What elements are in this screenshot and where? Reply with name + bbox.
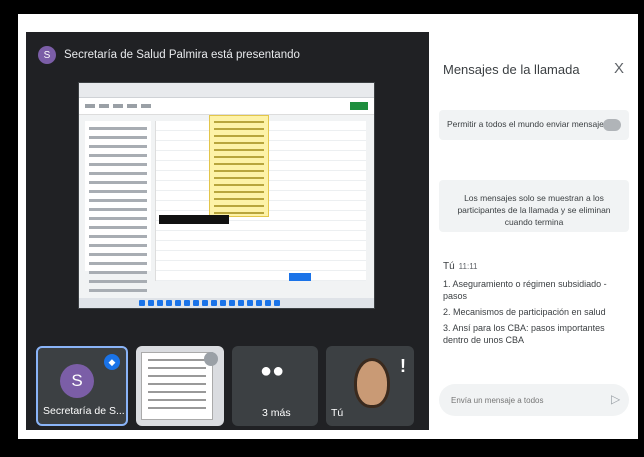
- shared-toolbar: [79, 98, 374, 115]
- presentation-area: S Secretaría de Salud Palmira está prese…: [26, 32, 429, 430]
- shared-blue-button: [289, 273, 311, 281]
- shared-document-pane: [85, 121, 151, 292]
- shared-taskbar: [79, 298, 374, 308]
- shared-redacted-bar: [159, 215, 229, 224]
- more-options-icon[interactable]: [204, 352, 218, 366]
- self-video: [354, 358, 390, 408]
- shared-browser-tabs: [79, 83, 374, 98]
- list-item: 3. Ansí para los CBA: pasos importantes …: [443, 323, 605, 345]
- shared-sticky-note: [209, 115, 269, 217]
- message-input[interactable]: [439, 384, 629, 416]
- participant-tiles: S ◆ Secretaría de S... ●● 3 más ! Tú: [36, 338, 416, 426]
- panel-title: Mensajes de la llamada: [443, 62, 580, 77]
- presenter-label: Secretaría de Salud Palmira está present…: [64, 49, 300, 61]
- participant-name: Tú: [331, 407, 344, 419]
- pin-icon[interactable]: ◆: [104, 354, 120, 370]
- allow-messages-toggle[interactable]: [603, 119, 621, 131]
- chat-info-notice: Los mensajes solo se muestran a los part…: [439, 180, 629, 232]
- screen-thumbnail: [141, 352, 213, 420]
- close-icon[interactable]: X: [614, 60, 624, 77]
- allow-messages-row: Permitir a todos el mundo enviar mensaje…: [439, 110, 629, 140]
- chat-panel: Mensajes de la llamada X Permitir a todo…: [429, 32, 638, 430]
- message-body: 1. Aseguramiento o régimen subsidiado - …: [443, 278, 629, 348]
- allow-messages-label: Permitir a todos el mundo enviar mensaje…: [447, 119, 609, 129]
- participant-tile-others[interactable]: ●● 3 más: [232, 346, 318, 426]
- message-sender: Tú: [443, 261, 455, 272]
- participant-tile-self[interactable]: ! Tú: [326, 346, 414, 426]
- participant-tile-screen[interactable]: [136, 346, 224, 426]
- list-item: 1. Aseguramiento o régimen subsidiado - …: [443, 279, 607, 301]
- presenter-bar: S Secretaría de Salud Palmira está prese…: [38, 44, 300, 66]
- send-icon[interactable]: ▷: [611, 392, 620, 406]
- message-time: 11:11: [458, 262, 478, 271]
- message-header: Tú 11:11: [443, 261, 478, 272]
- meet-window: S Secretaría de Salud Palmira está prese…: [18, 14, 638, 439]
- list-item: 2. Mecanismos de participación en salud: [443, 307, 606, 317]
- presenter-avatar: S: [38, 46, 56, 64]
- participant-tile-presenter[interactable]: S ◆ Secretaría de S...: [36, 346, 128, 426]
- participant-name: 3 más: [262, 407, 291, 419]
- alert-icon: !: [400, 356, 406, 376]
- participant-avatar: S: [60, 364, 94, 398]
- shared-screen[interactable]: [78, 82, 375, 309]
- people-icon: ●●: [260, 360, 285, 382]
- participant-name: Secretaría de S...: [43, 405, 125, 417]
